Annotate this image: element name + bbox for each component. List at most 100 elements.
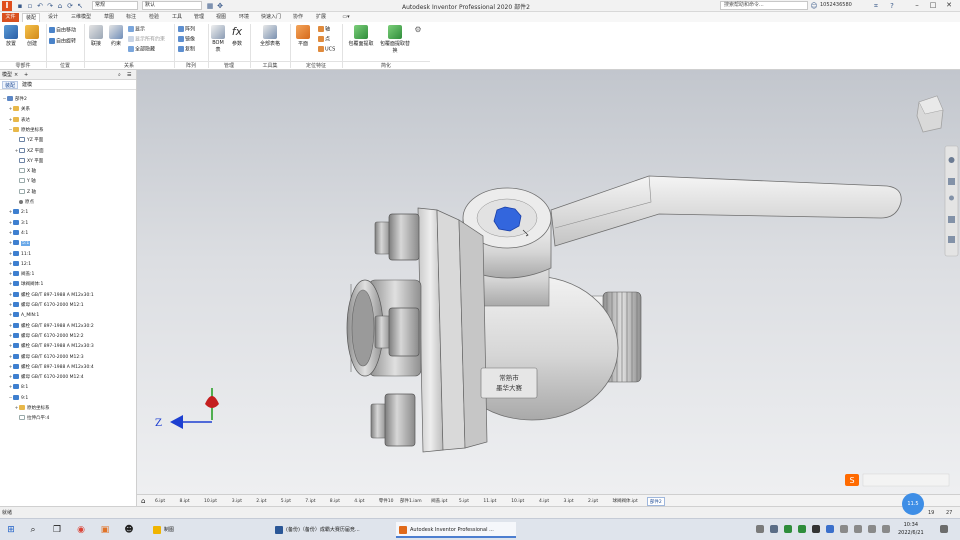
speed-indicator[interactable]: 11.5 — [902, 493, 924, 515]
tab-manage[interactable]: 管理 — [190, 13, 208, 22]
app-store-icon[interactable]: ▣ — [98, 523, 112, 537]
joint-button[interactable]: 联接 — [87, 25, 105, 47]
tree-node[interactable]: +2:1 — [8, 209, 28, 217]
tree-node[interactable]: + A_MIN:1 — [8, 312, 39, 320]
help-icon[interactable]: ? — [888, 2, 896, 10]
tree-node[interactable]: +3:1 — [8, 219, 28, 228]
tree-node[interactable]: − 部件2 — [2, 96, 27, 104]
free-rotate-button[interactable]: 自由旋转 — [49, 38, 76, 45]
tree-node[interactable]: +11:1 — [8, 250, 31, 259]
valve-handle[interactable] — [550, 175, 902, 247]
document-tab[interactable]: 5.ipt — [459, 497, 469, 506]
ribbon-options-icon[interactable]: ▭▾ — [338, 13, 354, 22]
tab-collaborate[interactable]: 协作 — [289, 13, 307, 22]
tree-node[interactable]: XY 平面 — [14, 157, 43, 166]
home-icon[interactable]: ⌂ — [56, 2, 64, 10]
chrome-icon[interactable]: ◉ — [74, 523, 88, 537]
tree-node[interactable]: +8:1 — [8, 384, 28, 392]
tree-node[interactable]: + 原始坐标系 — [14, 405, 50, 413]
update-icon[interactable]: ⟳ — [66, 2, 74, 10]
tree-node[interactable]: + 螺栓 GB/T 897-1988 A M12x30:3 — [8, 343, 94, 351]
tray-icon-6[interactable] — [826, 525, 834, 533]
close-icon[interactable]: × — [14, 70, 18, 80]
document-tab[interactable]: 球阀阀体.ipt — [613, 497, 638, 506]
document-tab[interactable]: 4.ipt — [354, 497, 364, 506]
document-tab[interactable]: 11.ipt — [483, 497, 496, 506]
tree-node[interactable]: +4:1 — [8, 229, 28, 238]
tree-node[interactable]: + 螺母 GB/T 6170-2000 M12:3 — [8, 353, 84, 362]
document-tab[interactable]: 4.ipt — [539, 497, 549, 506]
tray-icon-4[interactable] — [798, 525, 806, 533]
view-cube[interactable] — [916, 95, 944, 133]
tree-node[interactable]: + 螺栓 GB/T 897-1988 A M12x30:4 — [8, 363, 94, 372]
maximize-button[interactable]: □ — [928, 1, 938, 10]
tree-node[interactable]: + 球阀阀体:1 — [8, 281, 43, 289]
save-icon[interactable]: ▪ — [16, 2, 24, 10]
tree-node[interactable]: + 螺栓 GB/T 897-1988 A M12x30:1 — [8, 291, 94, 300]
browser-tab-modeling[interactable]: 建模 — [20, 81, 34, 89]
notification-icon[interactable] — [940, 525, 948, 533]
undo-icon[interactable]: ↶ — [36, 2, 44, 10]
tab-3d-model[interactable]: 三维模型 — [67, 13, 95, 22]
tab-extensions[interactable]: 扩展 — [312, 13, 330, 22]
tree-node[interactable]: + 螺母 GB/T 6170-2000 M12:2 — [8, 332, 84, 341]
show-button[interactable]: 显示 — [128, 26, 145, 33]
tab-file[interactable]: 文件 — [2, 13, 19, 22]
plane-button[interactable]: 平面 — [294, 25, 312, 47]
free-move-button[interactable]: 自由移动 — [49, 27, 76, 34]
tray-icon-7[interactable] — [840, 525, 848, 533]
point-button[interactable]: 点 — [318, 36, 330, 43]
tree-node[interactable]: + 表达 — [8, 116, 30, 125]
document-tab[interactable]: 零件10 — [379, 497, 394, 506]
tree-node[interactable]: X 轴 — [14, 168, 36, 176]
document-tab[interactable]: 2.ipt — [588, 497, 598, 506]
place-button[interactable]: 放置 — [2, 25, 20, 47]
network-icon[interactable] — [854, 525, 862, 533]
constrain-button[interactable]: 约束 — [107, 25, 125, 47]
left-flange[interactable] — [417, 207, 488, 453]
menu-icon[interactable]: ☰ — [127, 70, 131, 80]
tree-node[interactable]: Z 轴 — [14, 188, 36, 197]
tab-environments[interactable]: 环境 — [235, 13, 253, 22]
browser-tab-assembly[interactable]: 装配 — [2, 81, 19, 89]
tree-node[interactable]: + 关系 — [8, 106, 30, 114]
open-icon[interactable]: ▫ — [26, 2, 34, 10]
parameters-button[interactable]: fx 参数 — [229, 25, 245, 47]
ribbon-more-icon[interactable]: ⚙ — [412, 25, 424, 34]
document-tab[interactable]: 部件2 — [646, 497, 665, 506]
home-tab-icon[interactable]: ⌂ — [141, 497, 145, 505]
hide-all-button[interactable]: 全部隐藏 — [128, 46, 155, 53]
ipart-table-button[interactable]: 全部表格 — [254, 25, 286, 47]
tree-node[interactable]: YZ 平面 — [14, 137, 43, 145]
measure-icon[interactable]: ▦ — [206, 2, 214, 10]
document-tab[interactable]: 5.ipt — [281, 497, 291, 506]
bom-button[interactable]: BOM表 — [210, 25, 226, 53]
document-tab[interactable]: 6.ipt — [155, 497, 165, 506]
tree-node[interactable]: 原点 — [14, 199, 34, 207]
clock[interactable]: 10:34 2022/6/21 — [898, 521, 924, 537]
select-icon[interactable]: ↖ — [76, 2, 84, 10]
tree-node[interactable]: + 螺母 GB/T 6170-2000 M12:4 — [8, 374, 84, 382]
orbit-icon[interactable] — [948, 216, 955, 223]
document-tab[interactable]: 阀盖.ipt — [431, 497, 447, 506]
mirror-button[interactable]: 镜像 — [178, 36, 195, 43]
bolt-top[interactable] — [374, 213, 420, 261]
close-button[interactable]: ✕ — [944, 1, 954, 10]
tray-icon-1[interactable] — [756, 525, 764, 533]
tree-node[interactable]: Y 轴 — [14, 178, 36, 186]
tree-node[interactable]: + 阀盖:1 — [8, 271, 34, 279]
adjust-icon[interactable]: ✥ — [216, 2, 224, 10]
search-icon[interactable]: ⌕ — [26, 523, 40, 537]
taskbar-app-button[interactable]: Autodesk Inventor Professional ... — [396, 522, 516, 538]
help-search-input[interactable]: 搜索帮助和命令... — [720, 1, 808, 10]
tab-inspect[interactable]: 检验 — [145, 13, 163, 22]
document-tab[interactable]: 8.ipt — [180, 497, 190, 506]
ball-valve-model[interactable]: 常熟市 墨华大赛 Z S — [137, 70, 960, 494]
envelope-substitute-button[interactable]: 包覆面提取替换 — [380, 25, 410, 54]
tab-view[interactable]: 视图 — [212, 13, 230, 22]
tree-node[interactable]: + 螺母 GB/T 6170-2000 M12:1 — [8, 302, 84, 310]
tray-icon-2[interactable] — [770, 525, 778, 533]
envelope-button[interactable]: 包覆面提取 — [346, 25, 376, 47]
document-tab[interactable]: 3.ipt — [564, 497, 574, 506]
ime-icon[interactable] — [882, 525, 890, 533]
